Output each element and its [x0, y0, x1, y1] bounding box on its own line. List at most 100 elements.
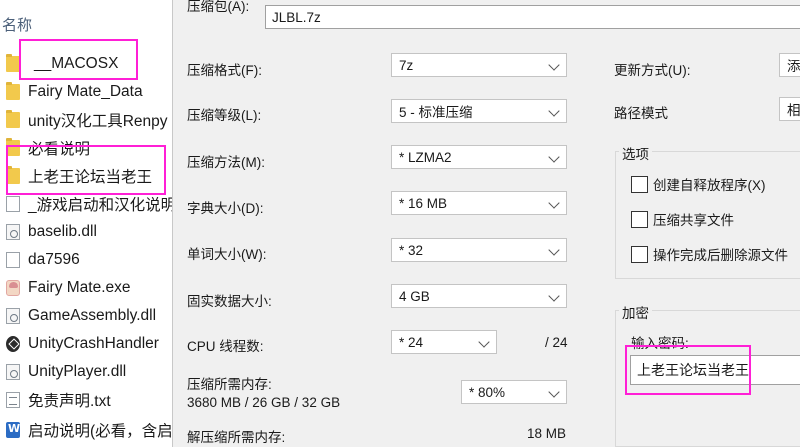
mem-value: 3680 MB / 26 GB / 32 GB	[187, 395, 341, 410]
list-item[interactable]: UnityPlayer.dll	[0, 360, 172, 384]
list-item-label: da7596	[28, 251, 80, 268]
list-item-label: UnityCrashHandler	[28, 335, 159, 352]
update-select[interactable]: 添	[779, 53, 800, 77]
dict-select[interactable]: * 16 MB	[391, 191, 567, 215]
options-title: 选项	[619, 143, 652, 163]
mem-percent-value: * 80%	[469, 384, 506, 400]
folder-icon	[6, 138, 20, 156]
mem-percent-select[interactable]: * 80%	[461, 380, 567, 404]
chevron-down-icon	[548, 290, 560, 302]
delete-source-label: 操作完成后删除源文件	[653, 248, 788, 263]
exe-icon	[6, 280, 20, 296]
chevron-down-icon	[548, 197, 560, 209]
level-select[interactable]: 5 - 标准压缩	[391, 99, 567, 123]
checkbox-box[interactable]	[631, 245, 648, 263]
list-item[interactable]: Fairy Mate_Data	[0, 80, 172, 104]
delete-source-checkbox[interactable]: 操作完成后删除源文件	[631, 244, 788, 264]
path-mode-label: 路径模式	[614, 106, 668, 121]
level-label: 压缩等级(L):	[187, 108, 262, 123]
word-select[interactable]: * 32	[391, 238, 567, 262]
chevron-down-icon	[548, 151, 560, 163]
list-item-label: 启动说明(必看，含启	[28, 423, 172, 440]
list-item-label: 必看说明	[28, 141, 91, 158]
list-item-label: baselib.dll	[28, 223, 97, 240]
archive-name-field[interactable]: JLBL.7z	[265, 5, 800, 29]
method-value: * LZMA2	[399, 149, 452, 165]
format-value: 7z	[399, 57, 414, 73]
name-column-header[interactable]: 名称	[2, 14, 32, 35]
list-item[interactable]: __MACOSX	[0, 52, 172, 76]
list-item[interactable]: UnityCrashHandler	[0, 332, 172, 356]
update-label: 更新方式(U):	[614, 63, 691, 78]
method-label: 压缩方法(M):	[187, 155, 265, 170]
doc-icon	[6, 422, 20, 438]
sfx-checkbox[interactable]: 创建自释放程序(X)	[631, 174, 766, 194]
password-label: 输入密码:	[631, 336, 689, 351]
list-item-label: unity汉化工具Renpy	[28, 113, 168, 130]
dict-value: * 16 MB	[399, 195, 448, 211]
txt-icon	[6, 392, 20, 408]
list-item[interactable]: 上老王论坛当老王	[0, 164, 172, 188]
list-item[interactable]: GameAssembly.dll	[0, 304, 172, 328]
list-item[interactable]: da7596	[0, 248, 172, 272]
list-item-label: Fairy Mate_Data	[28, 83, 143, 100]
path-mode-value: 相	[787, 103, 800, 118]
list-item-label: _游戏启动和汉化说明	[28, 197, 172, 214]
list-item-label: 上老王论坛当老王	[28, 169, 153, 186]
archive-label: 压缩包(A):	[187, 0, 250, 14]
format-select[interactable]: 7z	[391, 53, 567, 77]
password-value: 上老王论坛当老王	[637, 362, 749, 378]
folder-icon	[6, 110, 20, 128]
add-to-archive-dialog: 压缩包(A): JLBL.7z 压缩格式(F): 7z 压缩等级(L): 5 -…	[172, 0, 800, 447]
threads-label: CPU 线程数:	[187, 339, 264, 354]
dll-icon	[6, 224, 20, 240]
mem-label: 压缩所需内存:	[187, 377, 272, 392]
dict-label: 字典大小(D):	[187, 201, 264, 216]
file-icon	[6, 252, 20, 268]
list-item[interactable]: Fairy Mate.exe	[0, 276, 172, 300]
list-item[interactable]: unity汉化工具Renpy	[0, 108, 172, 132]
format-label: 压缩格式(F):	[187, 63, 262, 78]
decomp-value: 18 MB	[527, 426, 567, 441]
list-item[interactable]: 必看说明	[0, 136, 172, 160]
list-item-label: __MACOSX	[34, 55, 119, 72]
archive-name-value: JLBL.7z	[272, 9, 321, 25]
solid-select[interactable]: 4 GB	[391, 284, 567, 308]
list-item[interactable]: 启动说明(必看，含启	[0, 418, 172, 442]
level-value: 5 - 标准压缩	[399, 105, 473, 120]
dll-icon	[6, 364, 20, 380]
word-value: * 32	[399, 242, 424, 258]
list-item-label: GameAssembly.dll	[28, 307, 157, 324]
folder-icon	[6, 166, 20, 184]
method-select[interactable]: * LZMA2	[391, 145, 567, 169]
list-item[interactable]: _游戏启动和汉化说明	[0, 192, 172, 216]
threads-max: / 24	[545, 335, 568, 350]
folder-icon	[6, 82, 20, 100]
list-item[interactable]: 免责声明.txt	[0, 388, 172, 412]
sfx-label: 创建自释放程序(X)	[653, 178, 766, 193]
password-field[interactable]: 上老王论坛当老王	[630, 355, 800, 385]
word-label: 单词大小(W):	[187, 247, 267, 262]
solid-value: 4 GB	[399, 288, 430, 304]
chevron-down-icon	[478, 336, 490, 348]
encryption-title: 加密	[619, 302, 652, 322]
path-mode-select[interactable]: 相	[779, 97, 800, 121]
update-value: 添	[787, 59, 800, 74]
chevron-down-icon	[548, 386, 560, 398]
checkbox-box[interactable]	[631, 210, 648, 228]
list-item[interactable]: baselib.dll	[0, 220, 172, 244]
checkbox-box[interactable]	[631, 175, 648, 193]
decomp-label: 解压缩所需内存:	[187, 430, 286, 445]
threads-select[interactable]: * 24	[391, 330, 497, 354]
solid-label: 固实数据大小:	[187, 294, 272, 309]
file-icon	[6, 196, 20, 212]
shared-files-checkbox[interactable]: 压缩共享文件	[631, 209, 734, 229]
shared-files-label: 压缩共享文件	[653, 213, 734, 228]
unity-icon	[6, 336, 20, 352]
list-item-label: 免责声明.txt	[28, 393, 111, 410]
threads-value: * 24	[399, 334, 424, 350]
file-explorer-panel: 名称 __MACOSX Fairy Mate_Data unity汉化工具Ren…	[0, 0, 172, 447]
dll-icon	[6, 308, 20, 324]
folder-icon	[6, 54, 20, 72]
list-item-label: Fairy Mate.exe	[28, 279, 131, 296]
